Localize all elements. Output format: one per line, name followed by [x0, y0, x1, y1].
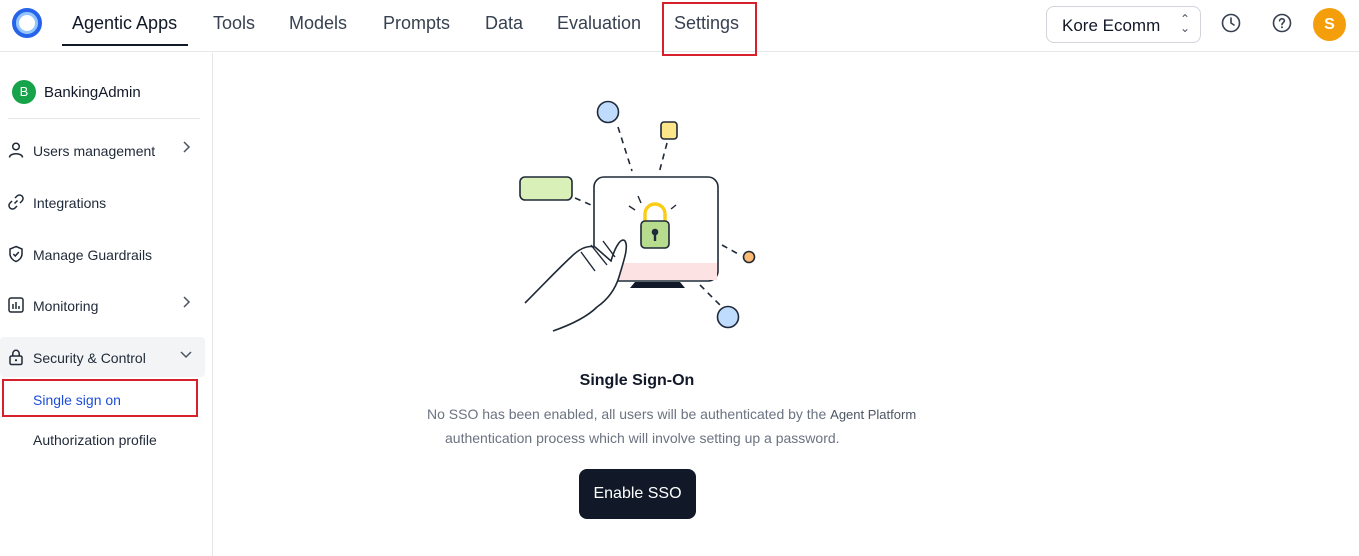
- active-tab-indicator: [62, 44, 188, 46]
- workspace-name: Kore Ecomm: [1062, 16, 1161, 35]
- single-sign-on-highlight-box: [2, 379, 198, 417]
- sso-description-text: No SSO has been enabled, all users will …: [427, 406, 827, 422]
- sso-lock-illustration: [519, 100, 756, 332]
- org-name: BankingAdmin: [44, 84, 141, 101]
- sidebar-item-label: Users management: [33, 143, 156, 159]
- tab-models[interactable]: Models: [289, 13, 347, 34]
- top-nav: Agentic Apps Tools Models Prompts Data E…: [0, 0, 1359, 56]
- sidebar-item-integrations[interactable]: Integrations: [0, 182, 205, 222]
- chevron-right-icon: [183, 296, 191, 308]
- workspace-selector[interactable]: Kore Ecomm ⌃ ⌄: [1046, 6, 1201, 43]
- clock-icon[interactable]: [1221, 13, 1241, 33]
- sidebar-divider: [8, 118, 200, 119]
- settings-sidebar: B BankingAdmin Users management Integrat…: [0, 53, 213, 556]
- sidebar-item-label: Security & Control: [33, 350, 146, 366]
- help-icon[interactable]: [1272, 13, 1292, 33]
- org-avatar: B: [12, 80, 36, 104]
- page-title: Single Sign-On: [579, 372, 695, 389]
- sidebar-item-users-management[interactable]: Users management: [0, 130, 205, 170]
- sidebar-item-label: Monitoring: [33, 298, 99, 314]
- lock-icon: [9, 349, 23, 366]
- shield-icon: [9, 245, 23, 263]
- sso-description-line1: No SSO has been enabled, all users will …: [427, 406, 916, 422]
- tab-tools[interactable]: Tools: [213, 13, 255, 34]
- sidebar-item-manage-guardrails[interactable]: Manage Guardrails: [0, 234, 205, 274]
- sidebar-subitem-label: Authorization profile: [33, 432, 157, 448]
- link-icon: [8, 194, 24, 210]
- tab-prompts[interactable]: Prompts: [383, 13, 450, 34]
- sidebar-item-label: Integrations: [33, 195, 107, 211]
- tab-data[interactable]: Data: [485, 13, 523, 34]
- sso-description-line2: authentication process which will involv…: [445, 430, 840, 446]
- sidebar-item-monitoring[interactable]: Monitoring: [0, 285, 205, 325]
- settings-highlight-box: [662, 2, 757, 56]
- up-down-chevron-icon: ⌃ ⌄: [1179, 12, 1190, 35]
- sidebar-item-label: Manage Guardrails: [33, 247, 153, 263]
- sidebar-subitem-authorization-profile[interactable]: Authorization profile: [0, 422, 200, 456]
- tab-agentic-apps[interactable]: Agentic Apps: [72, 13, 177, 34]
- tab-evaluation[interactable]: Evaluation: [557, 13, 641, 34]
- enable-sso-button[interactable]: Enable SSO: [579, 469, 696, 519]
- user-avatar[interactable]: S: [1313, 8, 1346, 41]
- chevron-down-icon: [180, 351, 192, 359]
- user-icon: [8, 142, 24, 158]
- sidebar-item-security-control[interactable]: Security & Control: [0, 337, 205, 377]
- chevron-right-icon: [183, 141, 191, 153]
- product-name: Agent Platform: [830, 407, 917, 422]
- chart-icon: [8, 297, 24, 313]
- app-logo-icon[interactable]: [12, 8, 42, 38]
